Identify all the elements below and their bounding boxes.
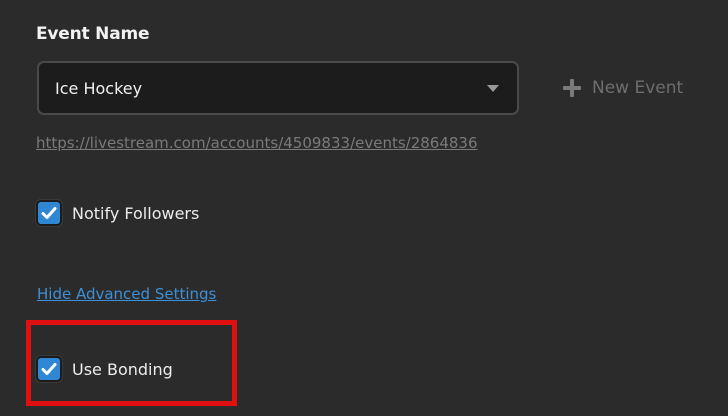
notify-followers-checkbox[interactable] [36,200,62,226]
new-event-label: New Event [592,78,684,98]
notify-followers-option[interactable]: Notify Followers [36,200,199,226]
event-url-link[interactable]: https://livestream.com/accounts/4509833/… [36,134,478,152]
event-select-value: Ice Hockey [55,78,143,98]
new-event-button[interactable]: New Event [562,78,683,98]
chevron-down-icon[interactable] [487,85,499,92]
notify-followers-label: Notify Followers [72,203,200,223]
plus-icon [562,78,582,98]
highlight-box [26,320,237,406]
event-select-dropdown[interactable]: Ice Hockey [37,61,519,115]
checkmark-icon [41,207,57,219]
hide-advanced-settings-link[interactable]: Hide Advanced Settings [37,285,216,303]
event-name-heading: Event Name [36,24,150,44]
